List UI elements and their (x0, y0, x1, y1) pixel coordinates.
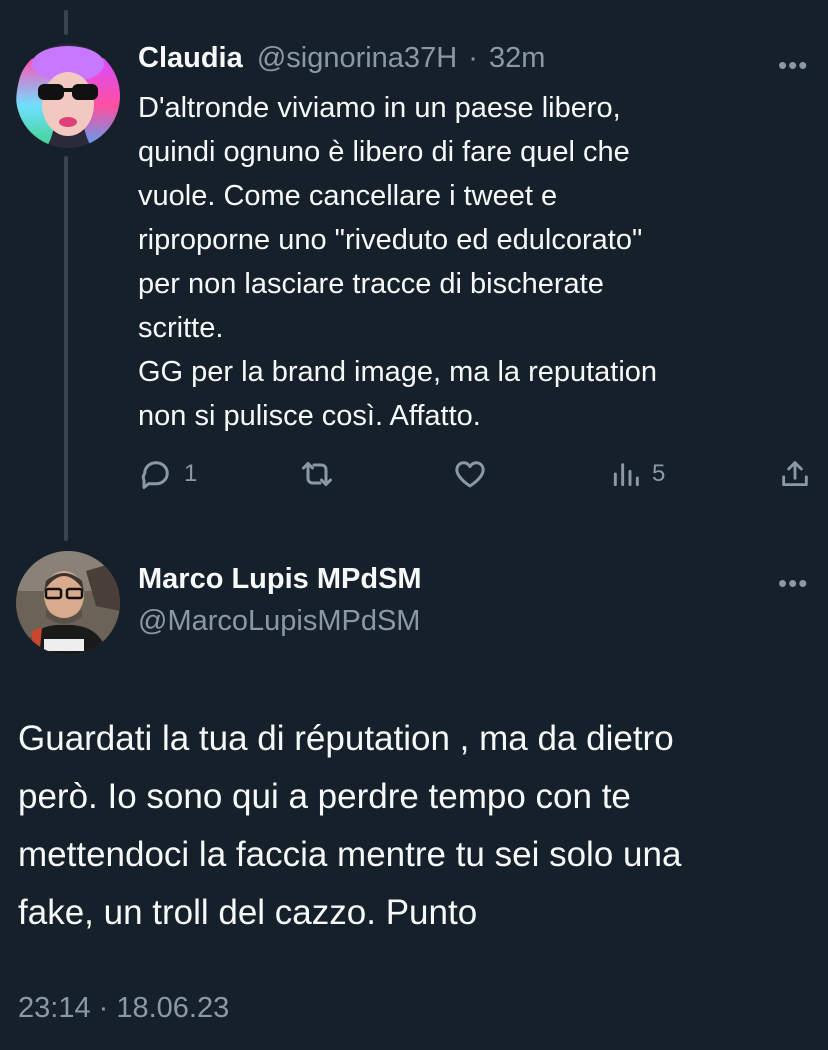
views-icon (610, 456, 642, 492)
tweet-header: Claudia @signorina37H · 32m (138, 42, 545, 75)
more-options-button[interactable]: ••• (778, 52, 808, 78)
user-handle[interactable]: @signorina37H (257, 42, 457, 74)
share-button[interactable] (778, 456, 812, 492)
tweet-text: Guardati la tua di réputation , ma da di… (18, 719, 682, 932)
retweet-icon (298, 456, 336, 492)
reply-icon (138, 456, 174, 492)
tweet-text: D'altronde viviamo in un paese libero, q… (138, 92, 658, 432)
share-icon (778, 456, 812, 492)
separator-dot: · (468, 42, 478, 74)
like-button[interactable] (452, 456, 498, 492)
reply-button[interactable]: 1 (138, 456, 197, 492)
user-handle[interactable]: @MarcoLupisMPdSM (138, 605, 420, 638)
display-name[interactable]: Marco Lupis MPdSM (138, 563, 422, 596)
tweet-timestamp[interactable]: 23:14 · 18.06.23 (18, 992, 229, 1025)
thread-line-top (64, 10, 68, 35)
tweet-actions: 1 5 (0, 452, 828, 496)
more-options-button[interactable]: ••• (778, 570, 808, 596)
retweet-button[interactable] (298, 456, 346, 492)
views-button[interactable]: 5 (610, 456, 665, 492)
avatar[interactable] (16, 44, 120, 148)
views-count: 5 (652, 460, 666, 487)
avatar[interactable] (16, 551, 120, 655)
reply-count: 1 (184, 460, 198, 487)
time-ago[interactable]: 32m (489, 42, 545, 74)
display-name[interactable]: Claudia (138, 42, 243, 74)
like-icon (452, 456, 488, 492)
